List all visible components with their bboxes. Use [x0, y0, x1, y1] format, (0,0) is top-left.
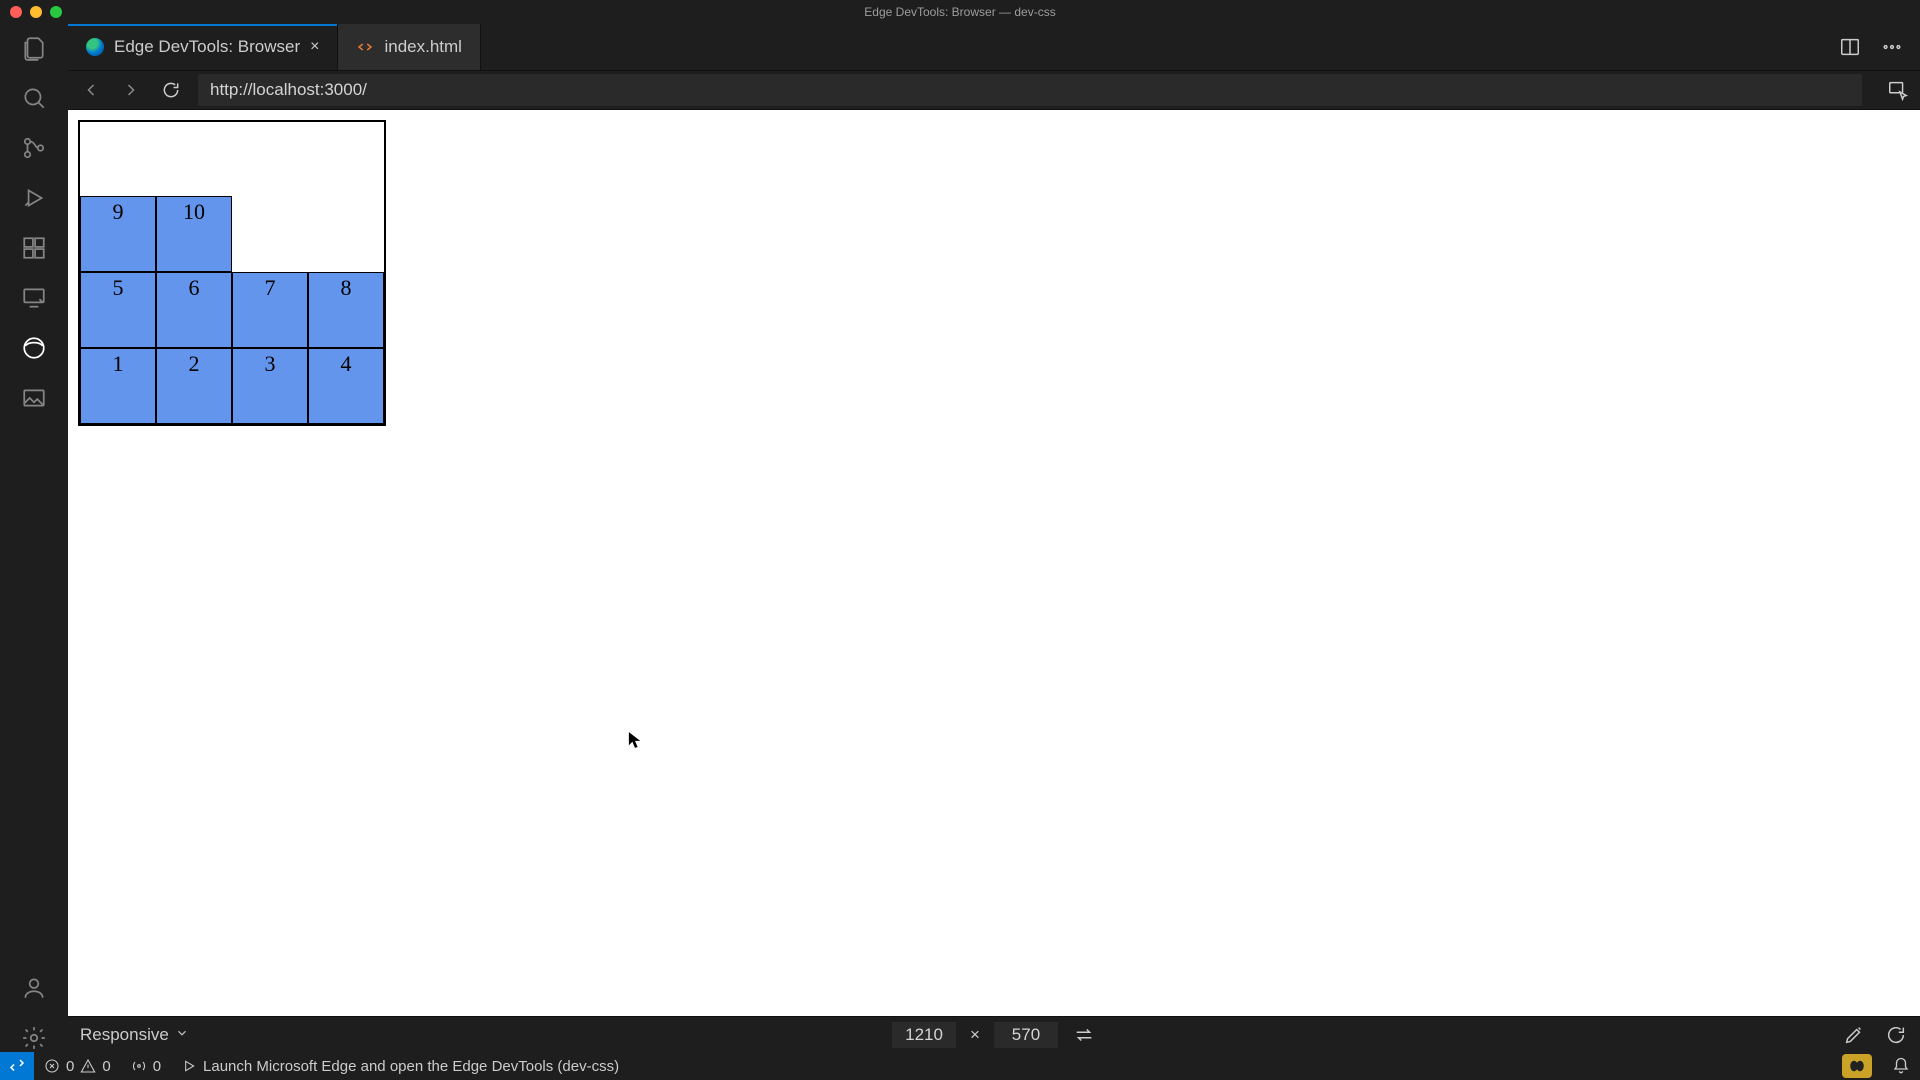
inspect-element-icon[interactable]: [1886, 78, 1910, 102]
notifications-icon[interactable]: [1882, 1057, 1920, 1075]
reload-icon[interactable]: [158, 77, 184, 103]
settings-gear-icon[interactable]: [20, 1024, 48, 1052]
warning-count: 0: [102, 1058, 110, 1075]
warning-icon: [80, 1058, 96, 1074]
flex-item: 1: [80, 348, 156, 424]
remote-explorer-icon[interactable]: [20, 284, 48, 312]
flex-item: 7: [232, 272, 308, 348]
tab-index-html[interactable]: index.html: [338, 24, 480, 70]
chevron-down-icon: [175, 1025, 189, 1045]
debug-launch-icon: [181, 1058, 197, 1074]
responsive-mode-dropdown[interactable]: Responsive: [80, 1025, 189, 1045]
accounts-icon[interactable]: [20, 974, 48, 1002]
flex-item: 8: [308, 272, 384, 348]
device-emulation-bar: Responsive ×: [68, 1016, 1920, 1052]
viewport-height-input[interactable]: [994, 1022, 1058, 1048]
viewport-width-input[interactable]: [892, 1022, 956, 1048]
tab-label: Edge DevTools: Browser: [114, 37, 300, 57]
ports-status[interactable]: 0: [121, 1058, 171, 1075]
flex-item: 3: [232, 348, 308, 424]
activity-bar: [0, 24, 68, 1052]
split-editor-icon[interactable]: [1838, 35, 1862, 59]
edge-icon: [86, 38, 104, 56]
traffic-lights: [10, 6, 62, 18]
search-icon[interactable]: [20, 84, 48, 112]
rotate-icon[interactable]: [1884, 1023, 1908, 1047]
responsive-mode-label: Responsive: [80, 1025, 169, 1045]
run-debug-icon[interactable]: [20, 184, 48, 212]
dimensions-separator: ×: [970, 1025, 980, 1045]
tab-label: index.html: [384, 37, 461, 57]
extensions-icon[interactable]: [20, 234, 48, 262]
error-icon: [44, 1058, 60, 1074]
flex-container: 1 2 3 4 5 6 7 8 9 10: [78, 120, 386, 426]
copilot-status-icon[interactable]: [1842, 1054, 1872, 1078]
source-control-icon[interactable]: [20, 134, 48, 162]
window-title: Edge DevTools: Browser — dev-css: [864, 5, 1055, 19]
html-file-icon: [356, 38, 374, 56]
flex-item: 2: [156, 348, 232, 424]
more-actions-icon[interactable]: [1880, 35, 1904, 59]
swap-dimensions-icon[interactable]: [1072, 1023, 1096, 1047]
mouse-cursor-icon: [628, 730, 642, 750]
browser-address-bar: [68, 70, 1920, 110]
close-tab-icon[interactable]: ×: [310, 38, 319, 56]
browser-viewport[interactable]: 1 2 3 4 5 6 7 8 9 10: [68, 110, 1920, 1016]
zoom-window-icon[interactable]: [50, 6, 62, 18]
forward-icon[interactable]: [118, 77, 144, 103]
problems-status[interactable]: 0 0: [34, 1058, 121, 1075]
flex-item: 5: [80, 272, 156, 348]
remote-indicator-icon[interactable]: [0, 1052, 34, 1080]
url-input[interactable]: [198, 74, 1862, 106]
flex-item: 10: [156, 196, 232, 272]
launch-task-label: Launch Microsoft Edge and open the Edge …: [203, 1058, 619, 1075]
edge-devtools-icon[interactable]: [20, 334, 48, 362]
close-window-icon[interactable]: [10, 6, 22, 18]
tab-edge-devtools-browser[interactable]: Edge DevTools: Browser ×: [68, 24, 338, 70]
broadcast-icon: [131, 1058, 147, 1074]
flex-item: 4: [308, 348, 384, 424]
flex-item: 9: [80, 196, 156, 272]
screencast-edit-icon[interactable]: [1842, 1023, 1866, 1047]
window-titlebar: Edge DevTools: Browser — dev-css: [0, 0, 1920, 24]
flex-item: 6: [156, 272, 232, 348]
ports-count: 0: [153, 1058, 161, 1075]
editor-tabs: Edge DevTools: Browser × index.html: [68, 24, 1920, 70]
explorer-icon[interactable]: [20, 34, 48, 62]
back-icon[interactable]: [78, 77, 104, 103]
image-preview-icon[interactable]: [20, 384, 48, 412]
minimize-window-icon[interactable]: [30, 6, 42, 18]
status-bar: 0 0 0 Launch Microsoft Edge and open the…: [0, 1052, 1920, 1080]
launch-task-status[interactable]: Launch Microsoft Edge and open the Edge …: [171, 1058, 629, 1075]
error-count: 0: [66, 1058, 74, 1075]
